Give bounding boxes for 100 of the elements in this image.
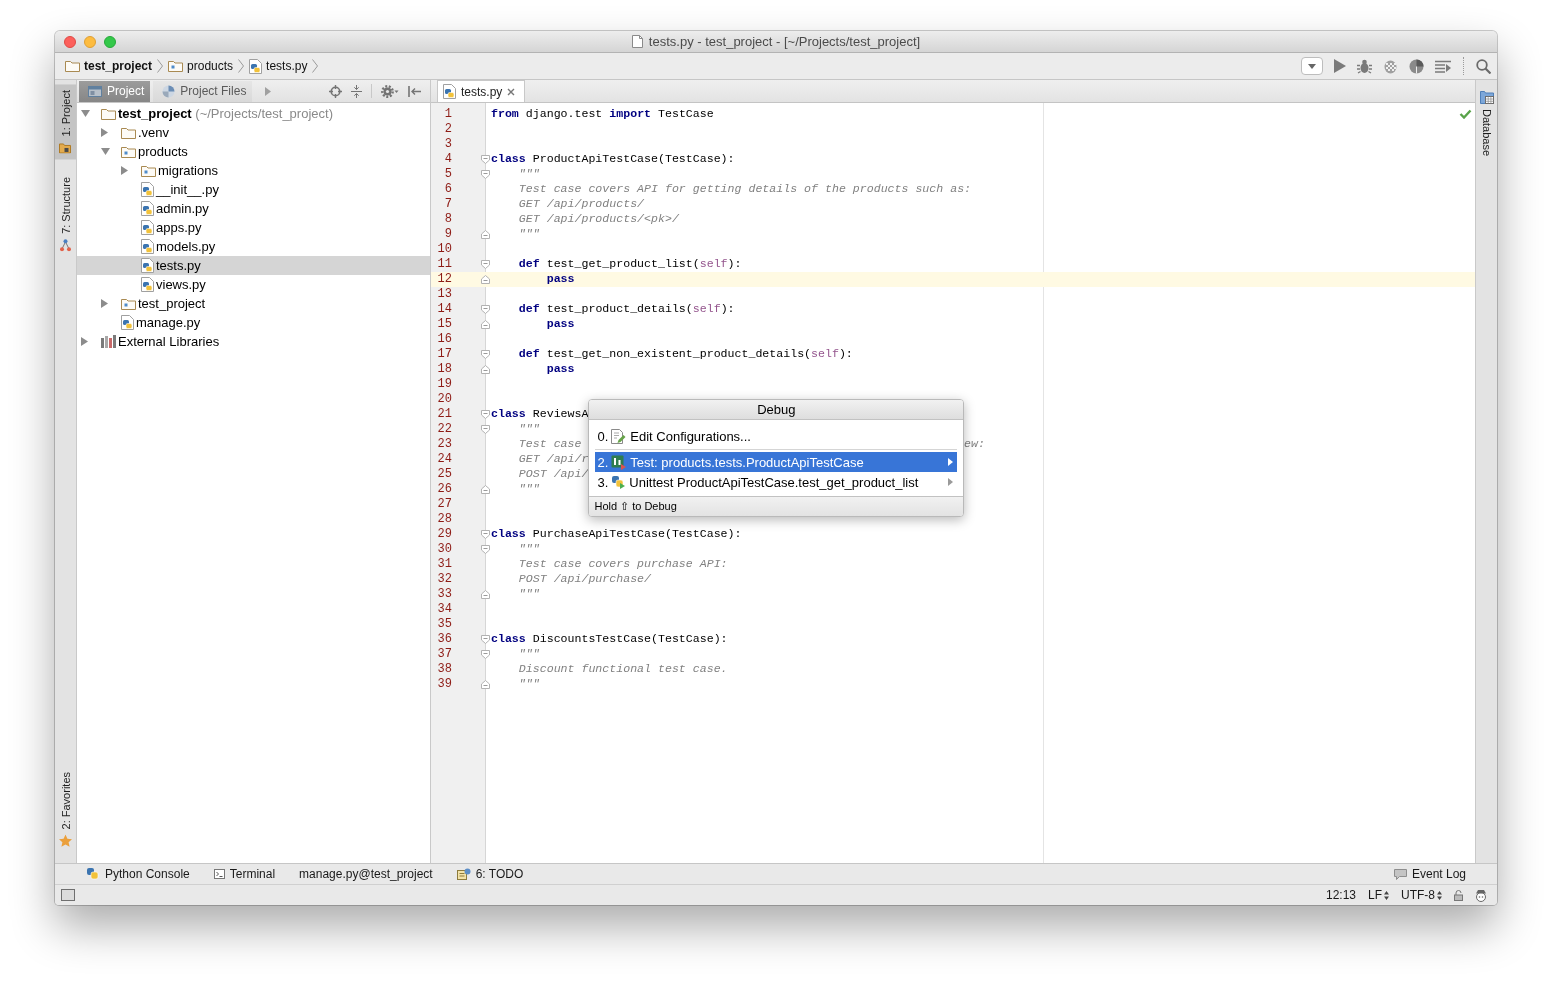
list-arrow-icon[interactable] xyxy=(1435,59,1451,73)
code-line: """ xyxy=(518,167,540,180)
code-line: """ xyxy=(518,587,540,600)
caret-down-icon[interactable] xyxy=(101,148,110,155)
tool-window-tab[interactable]: Terminal xyxy=(213,867,276,881)
fold-icon[interactable] xyxy=(481,545,490,554)
collapse-icon[interactable] xyxy=(351,84,362,98)
folder-icon xyxy=(121,126,136,139)
tool-window-tab[interactable]: Python Console xyxy=(86,867,190,881)
chevron-icon xyxy=(157,59,164,73)
line-separator-selector[interactable]: LF xyxy=(1368,888,1389,902)
bug-icon[interactable] xyxy=(1357,58,1372,74)
fold-icon[interactable] xyxy=(481,275,490,284)
code-line: Discount functional test case. xyxy=(518,662,728,675)
menu-item[interactable]: 0. Edit Configurations... xyxy=(595,426,958,446)
code-line: def test_product_details(self): xyxy=(518,302,735,315)
script-file-icon xyxy=(141,220,154,235)
document-icon xyxy=(631,35,643,48)
code-line: Test case covers API for getting details of the products such as: xyxy=(518,182,972,195)
tool-window-tab[interactable]: 2: Favorites xyxy=(55,765,76,853)
code-line: GET /api/products/ xyxy=(518,197,645,210)
caret-right-icon[interactable] xyxy=(121,166,128,175)
window-minimize-button[interactable] xyxy=(84,35,96,48)
fold-icon[interactable] xyxy=(481,590,490,599)
caret-down-icon[interactable] xyxy=(81,110,90,117)
breadcrumb-item[interactable]: tests.py xyxy=(249,58,308,74)
caret-right-icon[interactable] xyxy=(101,299,108,308)
square-icon[interactable] xyxy=(61,889,75,901)
line-number: 39 xyxy=(436,677,452,692)
caret-right-icon[interactable] xyxy=(948,478,954,486)
lock-icon[interactable] xyxy=(1454,889,1463,901)
fold-icon[interactable] xyxy=(481,530,490,539)
caret-right-icon[interactable] xyxy=(265,86,272,96)
encoding-selector[interactable]: UTF-8 xyxy=(1401,888,1442,902)
line-number: 23 xyxy=(436,437,452,452)
line-number: 2 xyxy=(443,122,452,137)
fold-icon[interactable] xyxy=(481,320,490,329)
code-line: Test case xyxy=(518,437,582,450)
tree-item[interactable]: migrations xyxy=(77,161,430,180)
fold-icon[interactable] xyxy=(481,350,490,359)
tree-item[interactable]: tests.py xyxy=(77,256,430,275)
fold-icon[interactable] xyxy=(481,485,490,494)
play-icon[interactable] xyxy=(1334,59,1346,73)
line-number: 21 xyxy=(436,407,452,422)
fold-icon[interactable] xyxy=(481,230,490,239)
fold-icon[interactable] xyxy=(481,170,490,179)
tree-item[interactable]: .venv xyxy=(77,123,430,142)
arrow-to-bar-icon[interactable] xyxy=(408,85,421,97)
tool-window-tab[interactable]: Database xyxy=(1476,84,1497,163)
checkered-circle-icon[interactable] xyxy=(1383,58,1398,74)
tree-item[interactable]: products xyxy=(77,142,430,161)
tool-window-tab[interactable]: manage.py@test_project xyxy=(299,867,433,881)
config-dropdown[interactable] xyxy=(1301,57,1323,75)
cursor-position[interactable]: 12:13 xyxy=(1325,888,1356,902)
fold-icon[interactable] xyxy=(481,410,490,419)
fold-icon[interactable] xyxy=(481,635,490,644)
script-icon xyxy=(86,867,100,881)
tree-item[interactable]: External Libraries xyxy=(77,332,430,351)
fold-icon[interactable] xyxy=(481,425,490,434)
editor-tab[interactable]: tests.py xyxy=(437,80,526,102)
line-number: 3 xyxy=(443,137,452,152)
tree-item[interactable]: __init__.py xyxy=(77,180,430,199)
speech-bubble-icon xyxy=(1393,868,1407,880)
tree-item[interactable]: test_project xyxy=(77,294,430,313)
caret-right-icon[interactable] xyxy=(81,337,88,346)
tree-item[interactable]: apps.py xyxy=(77,218,430,237)
tree-item[interactable]: test_project (~/Projects/test_project) xyxy=(77,104,430,123)
nodes-icon xyxy=(60,239,71,253)
menu-item[interactable]: 3. Unittest ProductApiTestCase.test_get_product_list xyxy=(595,472,958,492)
panel-tab[interactable]: Project Files xyxy=(153,80,253,102)
menu-item[interactable]: 2. Test: products.tests.ProductApiTestCase xyxy=(595,452,958,472)
caret-right-icon[interactable] xyxy=(948,458,954,466)
tree-item[interactable]: views.py xyxy=(77,275,430,294)
fold-icon[interactable] xyxy=(481,680,490,689)
tree-item[interactable]: manage.py xyxy=(77,313,430,332)
caret-right-icon[interactable] xyxy=(101,128,108,137)
tool-window-tab[interactable]: 7: Structure xyxy=(55,171,76,259)
tree-item[interactable]: models.py xyxy=(77,237,430,256)
fold-icon[interactable] xyxy=(481,260,490,269)
fold-icon[interactable] xyxy=(481,155,490,164)
crosshair-icon[interactable] xyxy=(329,84,342,98)
breadcrumb-item[interactable]: products xyxy=(168,59,234,73)
figure-icon[interactable] xyxy=(1475,888,1487,902)
tool-window-tab[interactable]: 6: TODO xyxy=(456,867,524,881)
fold-icon[interactable] xyxy=(481,365,490,374)
tool-window-tab[interactable]: Event Log xyxy=(1393,867,1466,881)
script-file-icon xyxy=(249,58,263,74)
search-icon[interactable] xyxy=(1476,58,1491,74)
line-number: 32 xyxy=(436,572,452,587)
window-close-button[interactable] xyxy=(64,35,76,48)
pie-icon[interactable] xyxy=(1409,58,1424,74)
fold-icon[interactable] xyxy=(481,650,490,659)
tool-window-tab[interactable]: 1: Project xyxy=(55,84,76,160)
breadcrumb-item[interactable]: test_project xyxy=(65,59,153,73)
tree-item[interactable]: admin.py xyxy=(77,199,430,218)
window-zoom-button[interactable] xyxy=(104,35,116,48)
fold-icon[interactable] xyxy=(481,305,490,314)
close-icon[interactable] xyxy=(507,87,516,96)
line-number: 15 xyxy=(436,317,452,332)
gear-icon[interactable] xyxy=(381,84,399,98)
